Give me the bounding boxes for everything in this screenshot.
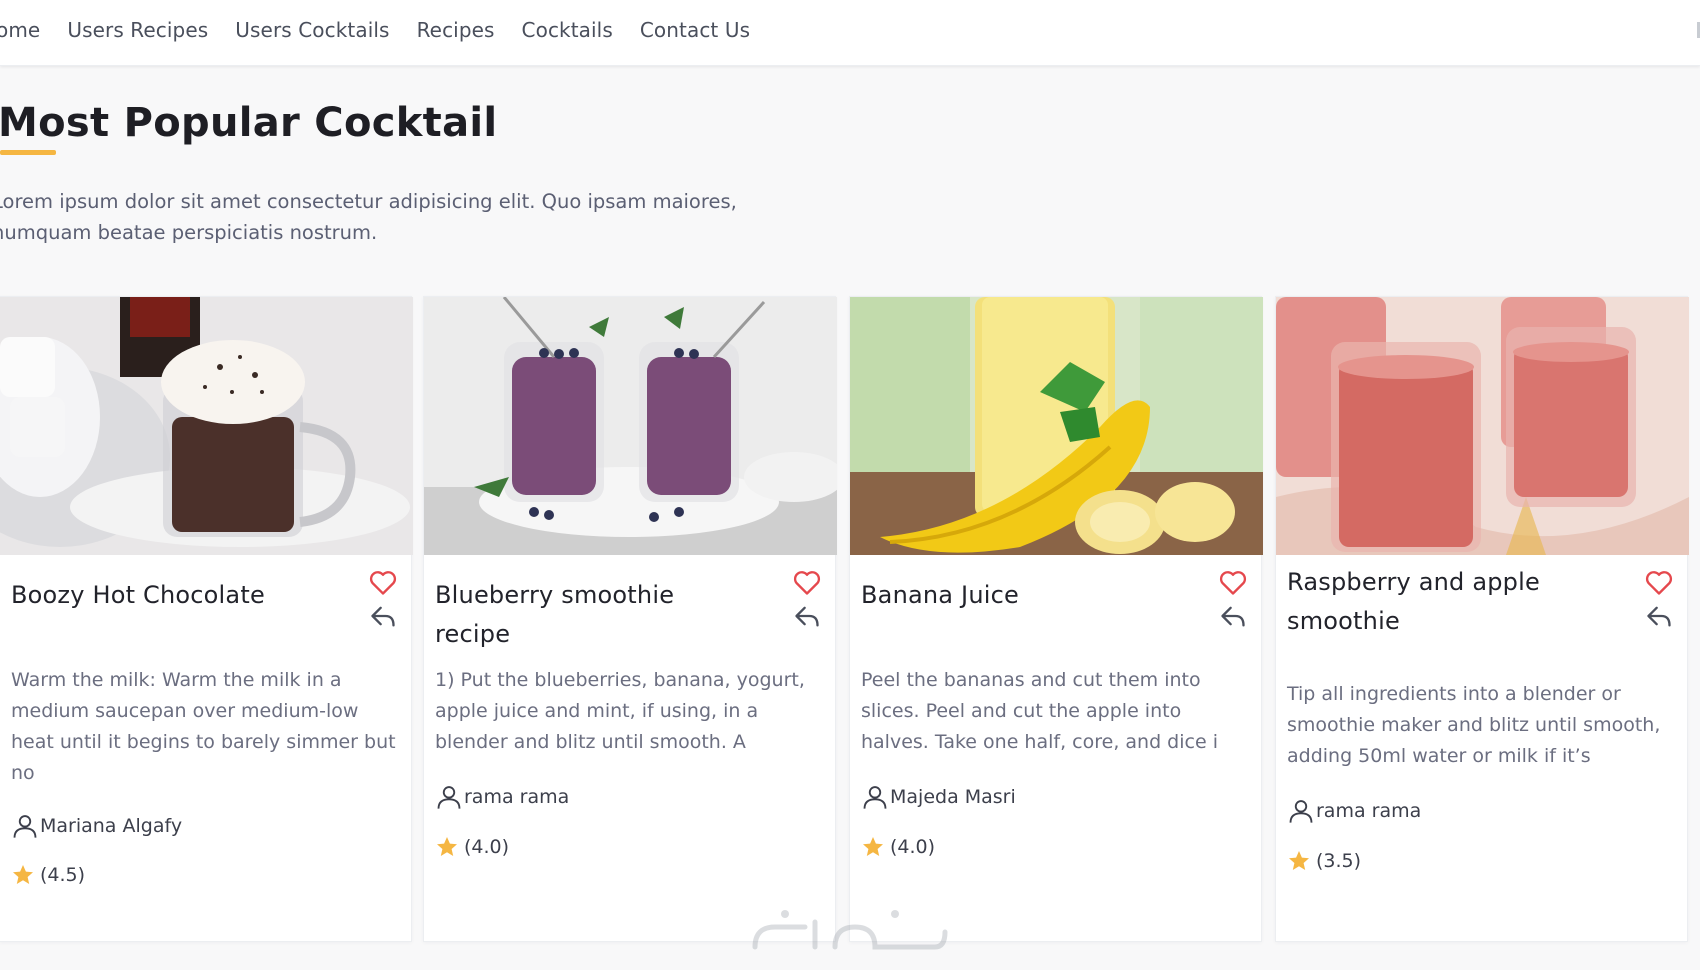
cocktail-card[interactable]: Banana Juice Peel the bananas and cut th…: [849, 296, 1263, 942]
rating-value: (4.0): [890, 836, 936, 858]
rating: (4.5): [11, 863, 85, 887]
cocktail-description: Warm the milk: Warm the milk in a medium…: [11, 669, 396, 784]
nav-item-contact-us[interactable]: Contact Us: [640, 18, 750, 42]
cocktail-description: Peel the bananas and cut them into slice…: [861, 669, 1218, 753]
top-navbar: ome Users Recipes Users Cocktails Recipe…: [0, 0, 1700, 66]
star-icon: [1289, 851, 1309, 870]
cocktail-title[interactable]: Banana Juice: [861, 576, 1181, 615]
rating-value: (3.5): [1316, 850, 1362, 872]
cocktail-description: 1) Put the blueberries, banana, yogurt, …: [435, 669, 805, 753]
section-intro: Lorem ipsum dolor sit amet consectetur a…: [0, 190, 737, 244]
cocktail-image-banana-juice[interactable]: [850, 297, 1263, 555]
author-name: rama rama: [1316, 800, 1422, 822]
cocktail-description: Tip all ingredients into a blender or sm…: [1287, 683, 1661, 767]
cocktail-card[interactable]: Boozy Hot Chocolate Warm the milk: Warm …: [0, 296, 413, 942]
cocktail-card[interactable]: Blueberry smoothie recipe 1) Put the blu…: [423, 296, 837, 942]
reply-icon[interactable]: [1645, 603, 1673, 629]
cocktail-title[interactable]: Blueberry smoothie recipe: [435, 576, 755, 654]
author: Mariana Algafy: [11, 812, 182, 840]
heart-icon[interactable]: [369, 570, 397, 596]
reply-icon[interactable]: [793, 603, 821, 629]
nav-item-users-cocktails[interactable]: Users Cocktails: [235, 18, 389, 42]
star-icon: [863, 837, 883, 856]
rating: (4.0): [435, 835, 509, 859]
rating: (3.5): [1287, 849, 1361, 873]
nav-menu: ome Users Recipes Users Cocktails Recipe…: [0, 18, 777, 42]
cocktail-image-blueberry-smoothie[interactable]: [424, 297, 837, 555]
cocktail-title[interactable]: Boozy Hot Chocolate: [11, 576, 331, 615]
rating-value: (4.0): [464, 836, 510, 858]
reply-icon[interactable]: [369, 603, 397, 629]
watermark-logo: [752, 910, 948, 950]
author-name: Mariana Algafy: [40, 815, 183, 837]
reply-icon[interactable]: [1219, 603, 1247, 629]
user-icon: [13, 815, 37, 838]
cocktail-card[interactable]: Raspberry and apple smoothie Tip all ing…: [1275, 296, 1689, 942]
cocktail-title[interactable]: Raspberry and apple smoothie: [1287, 563, 1607, 641]
nav-item-cocktails[interactable]: Cocktails: [522, 18, 613, 42]
heart-icon[interactable]: [793, 570, 821, 596]
cocktail-image-raspberry-apple-smoothie[interactable]: [1276, 297, 1689, 555]
nav-item-recipes[interactable]: Recipes: [417, 18, 495, 42]
star-icon: [13, 865, 33, 884]
heart-icon[interactable]: [1219, 570, 1247, 596]
heart-icon[interactable]: [1645, 570, 1673, 596]
author: rama rama: [435, 783, 569, 811]
nav-item-users-recipes[interactable]: Users Recipes: [67, 18, 208, 42]
user-icon: [1289, 800, 1313, 823]
cocktail-image-hot-chocolate[interactable]: [0, 297, 413, 555]
author: Majeda Masri: [861, 783, 1016, 811]
nav-item-home[interactable]: ome: [0, 18, 40, 42]
author-name: Majeda Masri: [890, 786, 1016, 808]
star-icon: [437, 837, 457, 856]
title-underline: [0, 150, 56, 155]
author-name: rama rama: [464, 786, 570, 808]
user-icon: [437, 786, 461, 809]
author: rama rama: [1287, 797, 1421, 825]
rating: (4.0): [861, 835, 935, 859]
user-icon: [863, 786, 887, 809]
section-title: Most Popular Cocktail: [0, 100, 498, 146]
rating-value: (4.5): [40, 864, 86, 886]
